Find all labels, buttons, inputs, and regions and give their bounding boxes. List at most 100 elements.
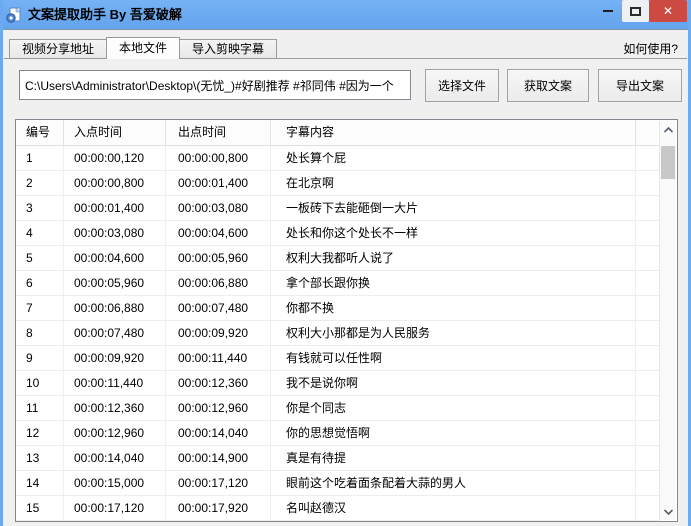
row-subtitle-cell: 你的思想觉悟啊 — [271, 421, 636, 445]
row-in-time-cell: 00:00:03,080 — [64, 221, 166, 245]
row-in-time-cell: 00:00:04,600 — [64, 246, 166, 270]
row-filler-cell — [636, 496, 659, 520]
chevron-down-icon — [663, 508, 673, 515]
table-row[interactable]: 12 00:00:12,960 00:00:14,040 你的思想觉悟啊 — [16, 421, 659, 446]
row-out-time-cell: 00:00:17,120 — [166, 471, 271, 495]
row-number-cell: 7 — [16, 296, 64, 320]
row-subtitle-cell: 我不是说你啊 — [271, 371, 636, 395]
maximize-icon — [630, 6, 641, 16]
header-subtitle-text[interactable]: 字幕内容 — [271, 120, 636, 145]
help-link[interactable]: 如何使用? — [623, 39, 682, 59]
tab-import-jianying-subtitles[interactable]: 导入剪映字幕 — [179, 39, 278, 59]
row-subtitle-cell: 一板砖下去能砸倒一大片 — [271, 196, 636, 220]
table-row[interactable]: 3 00:00:01,400 00:00:03,080 一板砖下去能砸倒一大片 — [16, 196, 659, 221]
select-file-button[interactable]: 选择文件 — [425, 68, 499, 102]
header-filler — [636, 120, 659, 145]
window-title: 文案提取助手 By 吾爱破解 — [28, 6, 182, 22]
file-path-input[interactable] — [19, 70, 411, 100]
table-row[interactable]: 9 00:00:09,920 00:00:11,440 有钱就可以任性啊 — [16, 346, 659, 371]
scrollbar-thumb[interactable] — [661, 146, 675, 179]
row-in-time-cell: 00:00:12,360 — [64, 396, 166, 420]
table-row[interactable]: 4 00:00:03,080 00:00:04,600 处长和你这个处长不一样 — [16, 221, 659, 246]
row-number-cell: 4 — [16, 221, 64, 245]
table-row[interactable]: 15 00:00:17,120 00:00:17,920 名叫赵德汉 — [16, 496, 659, 521]
row-filler-cell — [636, 321, 659, 345]
export-text-button[interactable]: 导出文案 — [598, 68, 682, 102]
row-in-time-cell: 00:00:09,920 — [64, 346, 166, 370]
row-filler-cell — [636, 346, 659, 370]
row-in-time-cell: 00:00:07,480 — [64, 321, 166, 345]
row-out-time-cell: 00:00:04,600 — [166, 221, 271, 245]
row-number-cell: 2 — [16, 171, 64, 195]
row-subtitle-cell: 处长和你这个处长不一样 — [271, 221, 636, 245]
row-number-cell: 15 — [16, 496, 64, 520]
vertical-scrollbar[interactable] — [659, 121, 676, 520]
row-number-cell: 8 — [16, 321, 64, 345]
tab-page-local-file: 选择文件 获取文案 导出文案 编号 入点时间 出点时间 字幕内容 1 00:00… — [4, 58, 687, 526]
scroll-up-button[interactable] — [660, 121, 676, 138]
row-subtitle-cell: 有钱就可以任性啊 — [271, 346, 636, 370]
row-subtitle-cell: 眼前这个吃着面条配着大蒜的男人 — [271, 471, 636, 495]
row-out-time-cell: 00:00:05,960 — [166, 246, 271, 270]
row-out-time-cell: 00:00:12,960 — [166, 396, 271, 420]
row-out-time-cell: 00:00:09,920 — [166, 321, 271, 345]
row-number-cell: 11 — [16, 396, 64, 420]
table-row[interactable]: 2 00:00:00,800 00:00:01,400 在北京啊 — [16, 171, 659, 196]
row-out-time-cell: 00:00:00,800 — [166, 146, 271, 170]
row-out-time-cell: 00:00:12,360 — [166, 371, 271, 395]
row-out-time-cell: 00:00:01,400 — [166, 171, 271, 195]
row-out-time-cell: 00:00:14,900 — [166, 446, 271, 470]
row-subtitle-cell: 权利大我都听人说了 — [271, 246, 636, 270]
table-row[interactable]: 5 00:00:04,600 00:00:05,960 权利大我都听人说了 — [16, 246, 659, 271]
table-row[interactable]: 10 00:00:11,440 00:00:12,360 我不是说你啊 — [16, 371, 659, 396]
row-number-cell: 9 — [16, 346, 64, 370]
row-number-cell: 13 — [16, 446, 64, 470]
row-filler-cell — [636, 221, 659, 245]
row-in-time-cell: 00:00:17,120 — [64, 496, 166, 520]
header-number[interactable]: 编号 — [16, 120, 64, 145]
row-out-time-cell: 00:00:11,440 — [166, 346, 271, 370]
row-number-cell: 12 — [16, 421, 64, 445]
header-in-time[interactable]: 入点时间 — [64, 120, 166, 145]
table-row[interactable]: 1 00:00:00,120 00:00:00,800 处长算个屁 — [16, 146, 659, 171]
app-window: 文案提取助手 By 吾爱破解 ✕ 视频分享地址 本地文件 导入剪映字幕 如何使用… — [0, 0, 691, 526]
minimize-button[interactable] — [594, 0, 622, 22]
row-filler-cell — [636, 446, 659, 470]
close-button[interactable]: ✕ — [649, 0, 687, 22]
title-bar[interactable]: 文案提取助手 By 吾爱破解 ✕ — [3, 0, 688, 30]
row-number-cell: 1 — [16, 146, 64, 170]
row-out-time-cell: 00:00:17,920 — [166, 496, 271, 520]
close-icon: ✕ — [662, 4, 674, 18]
row-subtitle-cell: 你是个同志 — [271, 396, 636, 420]
get-text-button[interactable]: 获取文案 — [507, 68, 589, 102]
table-row[interactable]: 6 00:00:05,960 00:00:06,880 拿个部长跟你换 — [16, 271, 659, 296]
row-subtitle-cell: 真是有待提 — [271, 446, 636, 470]
tab-local-file[interactable]: 本地文件 — [106, 37, 181, 59]
table-row[interactable]: 7 00:00:06,880 00:00:07,480 你都不换 — [16, 296, 659, 321]
file-row: 选择文件 获取文案 导出文案 — [19, 68, 687, 102]
row-in-time-cell: 00:00:00,120 — [64, 146, 166, 170]
table-header-row: 编号 入点时间 出点时间 字幕内容 — [16, 120, 659, 146]
subtitle-table: 编号 入点时间 出点时间 字幕内容 1 00:00:00,120 00:00:0… — [15, 119, 678, 522]
table-row[interactable]: 14 00:00:15,000 00:00:17,120 眼前这个吃着面条配着大… — [16, 471, 659, 496]
row-in-time-cell: 00:00:12,960 — [64, 421, 166, 445]
row-out-time-cell: 00:00:07,480 — [166, 296, 271, 320]
maximize-button[interactable] — [622, 0, 649, 22]
table-body: 1 00:00:00,120 00:00:00,800 处长算个屁 2 00:0… — [16, 146, 677, 521]
scroll-down-button[interactable] — [660, 503, 676, 520]
row-in-time-cell: 00:00:01,400 — [64, 196, 166, 220]
table-row[interactable]: 8 00:00:07,480 00:00:09,920 权利大小那都是为人民服务 — [16, 321, 659, 346]
table-row[interactable]: 11 00:00:12,360 00:00:12,960 你是个同志 — [16, 396, 659, 421]
header-out-time[interactable]: 出点时间 — [166, 120, 271, 145]
row-in-time-cell: 00:00:11,440 — [64, 371, 166, 395]
tab-video-share-url[interactable]: 视频分享地址 — [9, 39, 108, 59]
row-in-time-cell: 00:00:05,960 — [64, 271, 166, 295]
tab-strip: 视频分享地址 本地文件 导入剪映字幕 如何使用? — [9, 37, 682, 59]
row-in-time-cell: 00:00:15,000 — [64, 471, 166, 495]
table-row[interactable]: 13 00:00:14,040 00:00:14,900 真是有待提 — [16, 446, 659, 471]
row-filler-cell — [636, 421, 659, 445]
row-in-time-cell: 00:00:06,880 — [64, 296, 166, 320]
row-filler-cell — [636, 271, 659, 295]
row-subtitle-cell: 处长算个屁 — [271, 146, 636, 170]
row-subtitle-cell: 名叫赵德汉 — [271, 496, 636, 520]
